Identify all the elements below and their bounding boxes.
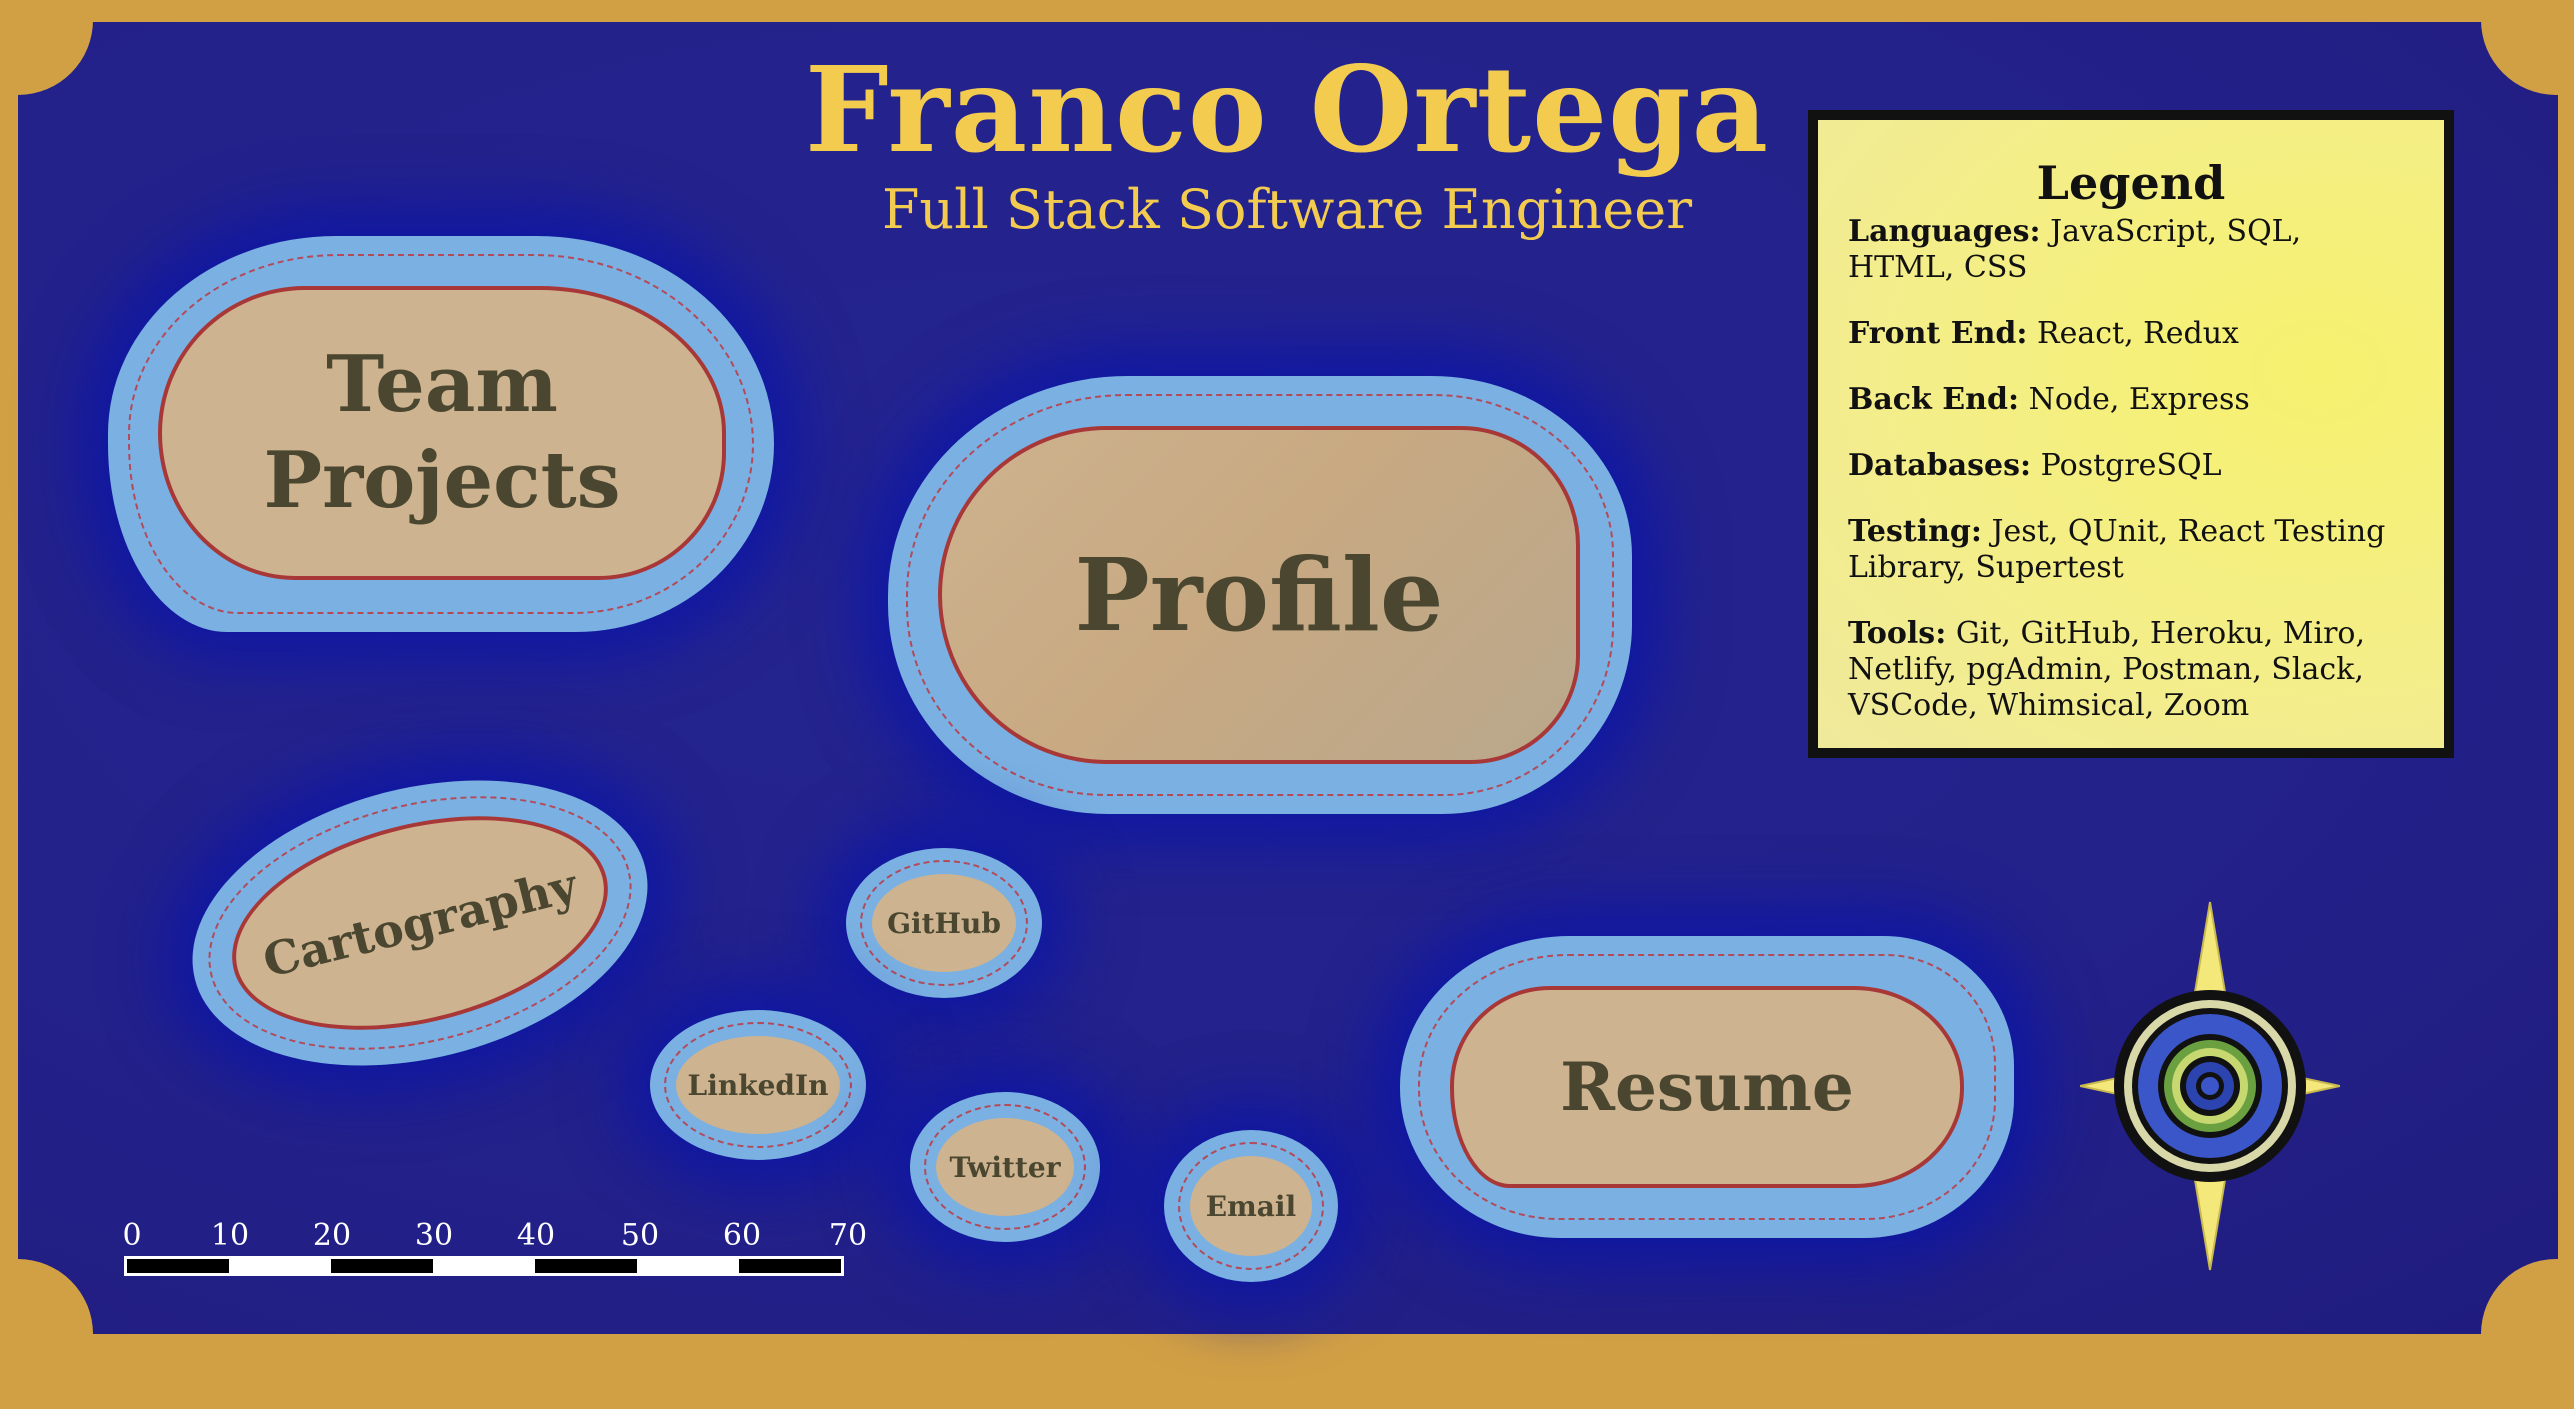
github-land[interactable]: GitHub [872,874,1016,972]
legend-item: Languages: JavaScript, SQL, HTML, CSS [1848,214,2414,286]
legend-item-label: Databases: [1848,448,2032,483]
legend-item-label: Tools: [1848,616,1947,651]
island-twitter[interactable]: Twitter [910,1092,1100,1242]
scale-tick-label: 0 [122,1218,142,1253]
island-profile[interactable]: Profile [888,376,1632,814]
twitter-land[interactable]: Twitter [936,1118,1074,1216]
legend-title: Legend [2036,156,2226,210]
legend-item-label: Front End: [1848,316,2028,351]
legend-item-value: React, Redux [2036,316,2239,351]
scale-tick-label: 60 [722,1218,762,1253]
legend-item-value: Node, Express [2028,382,2250,417]
team-projects-land[interactable]: Team Projects [158,286,726,580]
scale-tick-label: 50 [620,1218,660,1253]
island-resume[interactable]: Resume [1400,936,2014,1238]
cartography-label: Cartography [257,857,583,989]
compass-rose-icon [2080,901,2340,1271]
profile-label: Profile [1074,536,1444,654]
legend-item-value: PostgreSQL [2040,448,2222,483]
github-label: GitHub [887,906,1001,940]
twitter-label: Twitter [949,1150,1061,1184]
scale-tick-label: 40 [516,1218,556,1253]
island-email[interactable]: Email [1164,1130,1338,1282]
scale-tick-label: 10 [210,1218,250,1253]
scale-tick-label: 70 [828,1218,868,1253]
email-land[interactable]: Email [1190,1156,1312,1256]
legend-item: Front End: React, Redux [1848,316,2414,352]
island-linkedin[interactable]: LinkedIn [650,1010,866,1160]
legend-item: Testing: Jest, QUnit, React Testing Libr… [1848,514,2414,586]
resume-land[interactable]: Resume [1450,986,1964,1188]
linkedin-land[interactable]: LinkedIn [676,1036,840,1134]
team-projects-label: Team Projects [263,339,621,526]
email-label: Email [1205,1189,1297,1223]
legend-box: Legend Languages: JavaScript, SQL, HTML,… [1808,110,2454,758]
scale-tick-label: 20 [312,1218,352,1253]
resume-label: Resume [1560,1048,1854,1126]
legend-item-label: Languages: [1848,214,2041,249]
island-github[interactable]: GitHub [846,848,1042,998]
legend-item: Back End: Node, Express [1848,382,2414,418]
legend-item-label: Testing: [1848,514,1982,549]
legend-item: Tools: Git, GitHub, Heroku, Miro, Netlif… [1848,616,2414,724]
island-team-projects[interactable]: Team Projects [108,236,774,632]
legend-item-label: Back End: [1848,382,2020,417]
scale-tick-label: 30 [414,1218,454,1253]
legend-item: Databases: PostgreSQL [1848,448,2414,484]
linkedin-label: LinkedIn [687,1068,829,1102]
profile-land[interactable]: Profile [938,426,1580,764]
scale-bar-segments [124,1256,844,1276]
